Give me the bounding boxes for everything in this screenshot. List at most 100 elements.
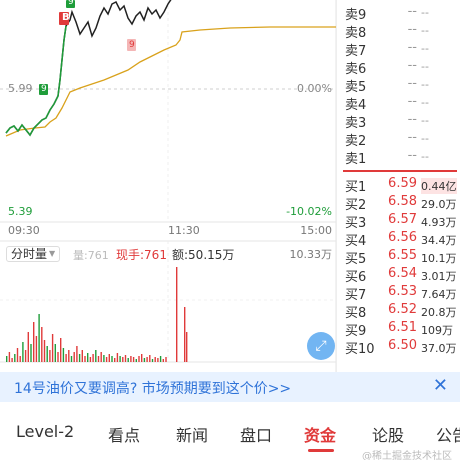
intraday-chart[interactable]: B 9 9 9 5.99 0.00% 5.39 -10.02% 09:30 11… (0, 0, 336, 372)
volume-bar (146, 357, 148, 362)
buy-row[interactable]: 买1 6.59 0.44亿 (337, 176, 460, 195)
buy-row[interactable]: 买7 6.53 7.64万 (337, 284, 460, 303)
sell-row[interactable]: 卖8 -- -- (337, 22, 460, 41)
sell-row[interactable]: 卖5 -- -- (337, 76, 460, 95)
buy-level-label: 买3 (345, 216, 367, 231)
watermark: @稀土掘金技术社区 (362, 451, 452, 460)
sell-row[interactable]: 卖4 -- -- (337, 94, 460, 113)
buy-row[interactable]: 买5 6.55 10.1万 (337, 248, 460, 267)
volume-bar (76, 346, 78, 362)
expand-icon: ⤢ (315, 338, 327, 354)
sell-volume: -- (421, 78, 429, 91)
volume-bar (130, 356, 132, 362)
buy-level-label: 买7 (345, 288, 367, 303)
volume-bar (33, 322, 35, 362)
volume-bar (43, 340, 46, 362)
sell-level-label: 卖1 (345, 152, 367, 167)
sell-row[interactable]: 卖6 -- -- (337, 58, 460, 77)
sell-row[interactable]: 卖2 -- -- (337, 130, 460, 149)
volume-bar (159, 356, 162, 362)
sell-level-label: 卖7 (345, 44, 367, 59)
low-pct-label: -10.02% (286, 205, 332, 218)
buy-price: 6.50 (388, 338, 417, 353)
buy-row[interactable]: 买6 6.54 3.01万 (337, 266, 460, 285)
buy-row[interactable]: 买10 6.50 37.0万 (337, 338, 460, 357)
news-banner[interactable]: 14号油价又要调高? 市场预期要到这个价>> ✕ (0, 372, 460, 402)
volume-bar (97, 356, 100, 362)
volume-bar (24, 350, 27, 362)
volume-bar (132, 357, 135, 362)
buy-row[interactable]: 买9 6.51 109万 (337, 320, 460, 339)
active-tab-underline (308, 449, 334, 452)
sell-level-label: 卖2 (345, 134, 367, 149)
tab-item[interactable]: 资金 (304, 422, 336, 446)
marker-9-green-label: 9 (41, 84, 47, 94)
buy-price: 6.59 (388, 176, 417, 191)
buy-row[interactable]: 买3 6.57 4.93万 (337, 212, 460, 231)
sell-volume: -- (421, 132, 429, 145)
sell-row[interactable]: 卖7 -- -- (337, 40, 460, 59)
buy-price: 6.53 (388, 284, 417, 299)
banner-text[interactable]: 14号油价又要调高? 市场预期要到这个价>> (14, 378, 291, 398)
tab-item[interactable]: 盘口 (240, 422, 272, 446)
buy-price: 6.52 (388, 302, 417, 317)
buy-row[interactable]: 买8 6.52 20.8万 (337, 302, 460, 321)
time-open: 09:30 (8, 224, 40, 237)
volume-bar (127, 358, 129, 362)
tab-item[interactable]: 公告 (436, 422, 460, 446)
sell-level-label: 卖4 (345, 98, 367, 113)
volume-bar (8, 352, 11, 362)
volume-bar (57, 352, 59, 362)
buy-price: 6.55 (388, 248, 417, 263)
buy-level-label: 买4 (345, 234, 367, 249)
volume-text: 量:761 (73, 249, 109, 262)
sell-row[interactable]: 卖1 -- -- (337, 148, 460, 167)
sell-volume: -- (421, 6, 429, 19)
volume-bar (184, 307, 186, 362)
buy-row[interactable]: 买2 6.58 29.0万 (337, 194, 460, 213)
volume-bar (30, 344, 32, 362)
tab-item[interactable]: 看点 (108, 422, 140, 446)
sell-level-label: 卖3 (345, 116, 367, 131)
volume-bar (186, 332, 188, 362)
volume-bar (70, 356, 73, 362)
time-share-label: 分时量 (11, 247, 48, 261)
volume-bar (81, 350, 83, 362)
tab-item[interactable]: Level-2 (16, 422, 74, 441)
volume-header: 分时量 ▼ 量:761 现手:761 额:50.15万 10.33万 (0, 241, 336, 265)
volume-bar (176, 267, 178, 362)
time-midday: 11:30 (168, 224, 200, 237)
buy-level-label: 买9 (345, 324, 367, 339)
volume-bar (16, 348, 19, 362)
sell-level-label: 卖9 (345, 8, 367, 23)
tab-item[interactable]: 论股 (372, 422, 404, 446)
expand-chart-button[interactable]: ⤢ (307, 332, 335, 360)
sell-volume: -- (421, 24, 429, 37)
volume-bar (114, 358, 116, 362)
volume-bar (157, 358, 159, 362)
current-hand-text: 现手:761 (116, 248, 167, 262)
volume-bar (27, 332, 29, 362)
time-share-volume-dropdown[interactable]: 分时量 ▼ (6, 246, 61, 262)
sell-price: -- (407, 112, 417, 127)
sell-row[interactable]: 卖3 -- -- (337, 112, 460, 131)
sell-row[interactable]: 卖9 -- -- (337, 4, 460, 23)
chart-canvas (0, 0, 336, 372)
buy-row[interactable]: 买4 6.56 34.4万 (337, 230, 460, 249)
low-price-label: 5.39 (8, 205, 33, 218)
buy-volume: 0.44亿 (421, 178, 457, 194)
sell-price: -- (407, 130, 417, 145)
volume-bar (19, 356, 21, 362)
buy-volume: 7.64万 (421, 288, 457, 301)
sell-volume: -- (421, 150, 429, 163)
close-icon[interactable]: ✕ (433, 375, 448, 396)
sell-price: -- (407, 148, 417, 163)
order-book: 卖9 -- -- 卖8 -- -- 卖7 -- -- 卖6 -- -- 卖5 -- -- 卖4 -- -- 卖3 --… (336, 0, 460, 372)
volume-bar (35, 336, 38, 362)
sell-price: -- (407, 22, 417, 37)
volume-bar (51, 334, 54, 362)
volume-bar (135, 359, 137, 362)
volume-bar (6, 356, 8, 362)
tab-item[interactable]: 新闻 (176, 422, 208, 446)
volume-bar (119, 356, 121, 362)
